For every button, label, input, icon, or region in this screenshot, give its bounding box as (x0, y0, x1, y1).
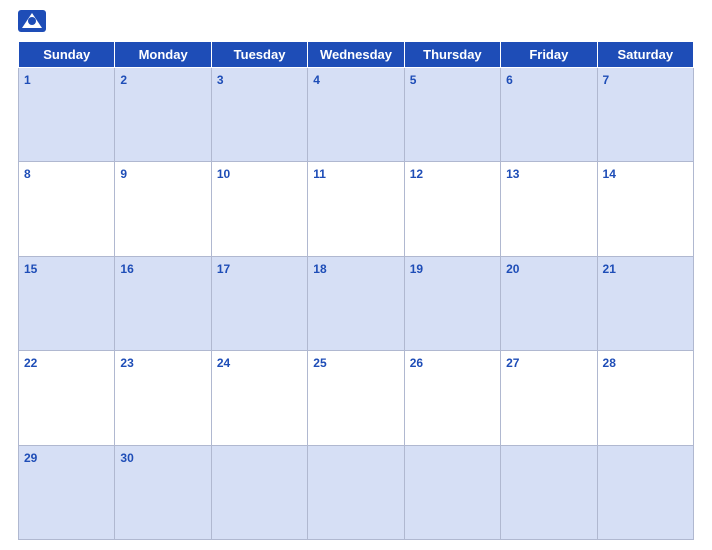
calendar-cell: 12 (404, 162, 500, 256)
day-header-friday: Friday (501, 42, 597, 68)
calendar-cell: 25 (308, 351, 404, 445)
calendar-cell: 17 (211, 256, 307, 350)
calendar-cell: 9 (115, 162, 211, 256)
day-number: 17 (217, 262, 230, 276)
calendar-week-row: 1 2 3 4 5 6 7 (19, 68, 694, 162)
calendar-cell: 27 (501, 351, 597, 445)
calendar-cell: 5 (404, 68, 500, 162)
calendar-cell: 21 (597, 256, 693, 350)
day-header-wednesday: Wednesday (308, 42, 404, 68)
day-number: 16 (120, 262, 133, 276)
calendar-cell: 19 (404, 256, 500, 350)
day-header-monday: Monday (115, 42, 211, 68)
calendar-cell: 15 (19, 256, 115, 350)
day-number: 29 (24, 451, 37, 465)
day-number: 3 (217, 73, 224, 87)
calendar-cell: 2 (115, 68, 211, 162)
day-number: 19 (410, 262, 423, 276)
calendar-cell: 18 (308, 256, 404, 350)
calendar-cell: 22 (19, 351, 115, 445)
day-header-thursday: Thursday (404, 42, 500, 68)
day-number: 18 (313, 262, 326, 276)
day-number: 5 (410, 73, 417, 87)
calendar-cell (597, 445, 693, 539)
day-number: 6 (506, 73, 513, 87)
calendar-cell: 8 (19, 162, 115, 256)
logo (18, 10, 50, 37)
day-number: 13 (506, 167, 519, 181)
day-number: 2 (120, 73, 127, 87)
day-number: 10 (217, 167, 230, 181)
day-header-sunday: Sunday (19, 42, 115, 68)
calendar-header-row: SundayMondayTuesdayWednesdayThursdayFrid… (19, 42, 694, 68)
calendar-week-row: 29 30 (19, 445, 694, 539)
day-number: 11 (313, 167, 326, 181)
day-number: 22 (24, 356, 37, 370)
calendar-cell: 13 (501, 162, 597, 256)
day-header-tuesday: Tuesday (211, 42, 307, 68)
day-number: 24 (217, 356, 230, 370)
day-number: 25 (313, 356, 326, 370)
calendar-cell: 29 (19, 445, 115, 539)
calendar-cell: 30 (115, 445, 211, 539)
day-number: 7 (603, 73, 610, 87)
day-number: 15 (24, 262, 37, 276)
calendar-cell: 16 (115, 256, 211, 350)
calendar-cell: 24 (211, 351, 307, 445)
day-number: 27 (506, 356, 519, 370)
calendar-cell: 7 (597, 68, 693, 162)
top-bar (18, 10, 694, 37)
calendar-cell: 20 (501, 256, 597, 350)
logo-icon (18, 10, 46, 37)
calendar-cell: 4 (308, 68, 404, 162)
calendar-cell (211, 445, 307, 539)
calendar-cell: 28 (597, 351, 693, 445)
calendar-cell: 11 (308, 162, 404, 256)
calendar-cell: 6 (501, 68, 597, 162)
calendar-week-row: 8 9 10 11 12 13 14 (19, 162, 694, 256)
day-number: 23 (120, 356, 133, 370)
calendar-cell: 1 (19, 68, 115, 162)
calendar-cell (404, 445, 500, 539)
day-number: 12 (410, 167, 423, 181)
calendar-cell: 26 (404, 351, 500, 445)
calendar-cell: 23 (115, 351, 211, 445)
calendar-cell: 3 (211, 68, 307, 162)
day-number: 9 (120, 167, 127, 181)
calendar-week-row: 22 23 24 25 26 27 28 (19, 351, 694, 445)
day-number: 26 (410, 356, 423, 370)
day-number: 30 (120, 451, 133, 465)
day-number: 14 (603, 167, 616, 181)
calendar-cell (308, 445, 404, 539)
calendar-body: 1234567891011121314151617181920212223242… (19, 68, 694, 540)
day-number: 8 (24, 167, 31, 181)
calendar-cell: 14 (597, 162, 693, 256)
calendar-table: SundayMondayTuesdayWednesdayThursdayFrid… (18, 41, 694, 540)
calendar-week-row: 15 16 17 18 19 20 21 (19, 256, 694, 350)
day-number: 28 (603, 356, 616, 370)
day-header-saturday: Saturday (597, 42, 693, 68)
calendar-cell (501, 445, 597, 539)
day-number: 4 (313, 73, 320, 87)
calendar-cell: 10 (211, 162, 307, 256)
day-number: 21 (603, 262, 616, 276)
day-number: 1 (24, 73, 31, 87)
day-number: 20 (506, 262, 519, 276)
